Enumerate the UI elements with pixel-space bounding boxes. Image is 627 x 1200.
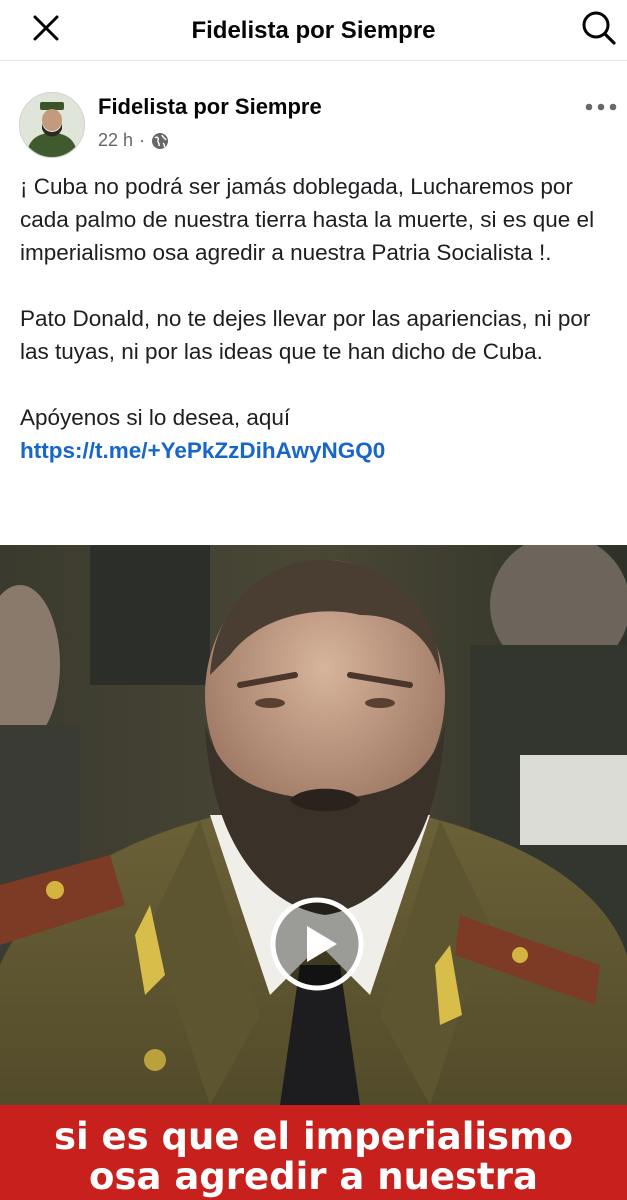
video-caption: si es que el imperialismo osa agredir a … — [0, 1105, 627, 1200]
video-player[interactable]: si es que el imperialismo osa agredir a … — [0, 545, 627, 1200]
meta-separator: · — [139, 130, 146, 150]
play-icon[interactable] — [269, 896, 365, 992]
search-icon — [582, 11, 616, 45]
post-author[interactable]: Fidelista por Siempre — [98, 94, 322, 120]
post-time[interactable]: 22 h — [98, 130, 133, 151]
telegram-link[interactable]: https://t.me/+YePkZzDihAwyNGQ0 — [20, 438, 385, 463]
avatar-image — [20, 93, 84, 157]
post-paragraph: Apóyenos si lo desea, aquí — [20, 405, 291, 430]
globe-icon — [152, 132, 169, 149]
avatar[interactable] — [19, 92, 85, 158]
header-divider — [0, 60, 627, 61]
top-bar: Fidelista por Siempre — [0, 0, 627, 58]
post-paragraph: Pato Donald, no te dejes llevar por las … — [20, 306, 591, 364]
caption-line-2: osa agredir a nuestra — [89, 1155, 538, 1198]
caption-line-1: si es que el imperialismo — [53, 1115, 574, 1158]
search-button[interactable] — [579, 8, 619, 48]
more-horizontal-icon — [585, 103, 617, 111]
close-button[interactable] — [26, 8, 66, 48]
post-meta: 22 h · — [98, 130, 169, 151]
post-header: Fidelista por Siempre 22 h · — [0, 84, 627, 164]
page-title: Fidelista por Siempre — [191, 17, 436, 44]
more-options-button[interactable] — [581, 92, 621, 122]
post-text: ¡ Cuba no podrá ser jamás doblegada, Luc… — [20, 170, 615, 467]
post-paragraph: ¡ Cuba no podrá ser jamás doblegada, Luc… — [20, 174, 595, 265]
close-icon — [33, 15, 59, 41]
video-frame — [0, 545, 627, 1200]
